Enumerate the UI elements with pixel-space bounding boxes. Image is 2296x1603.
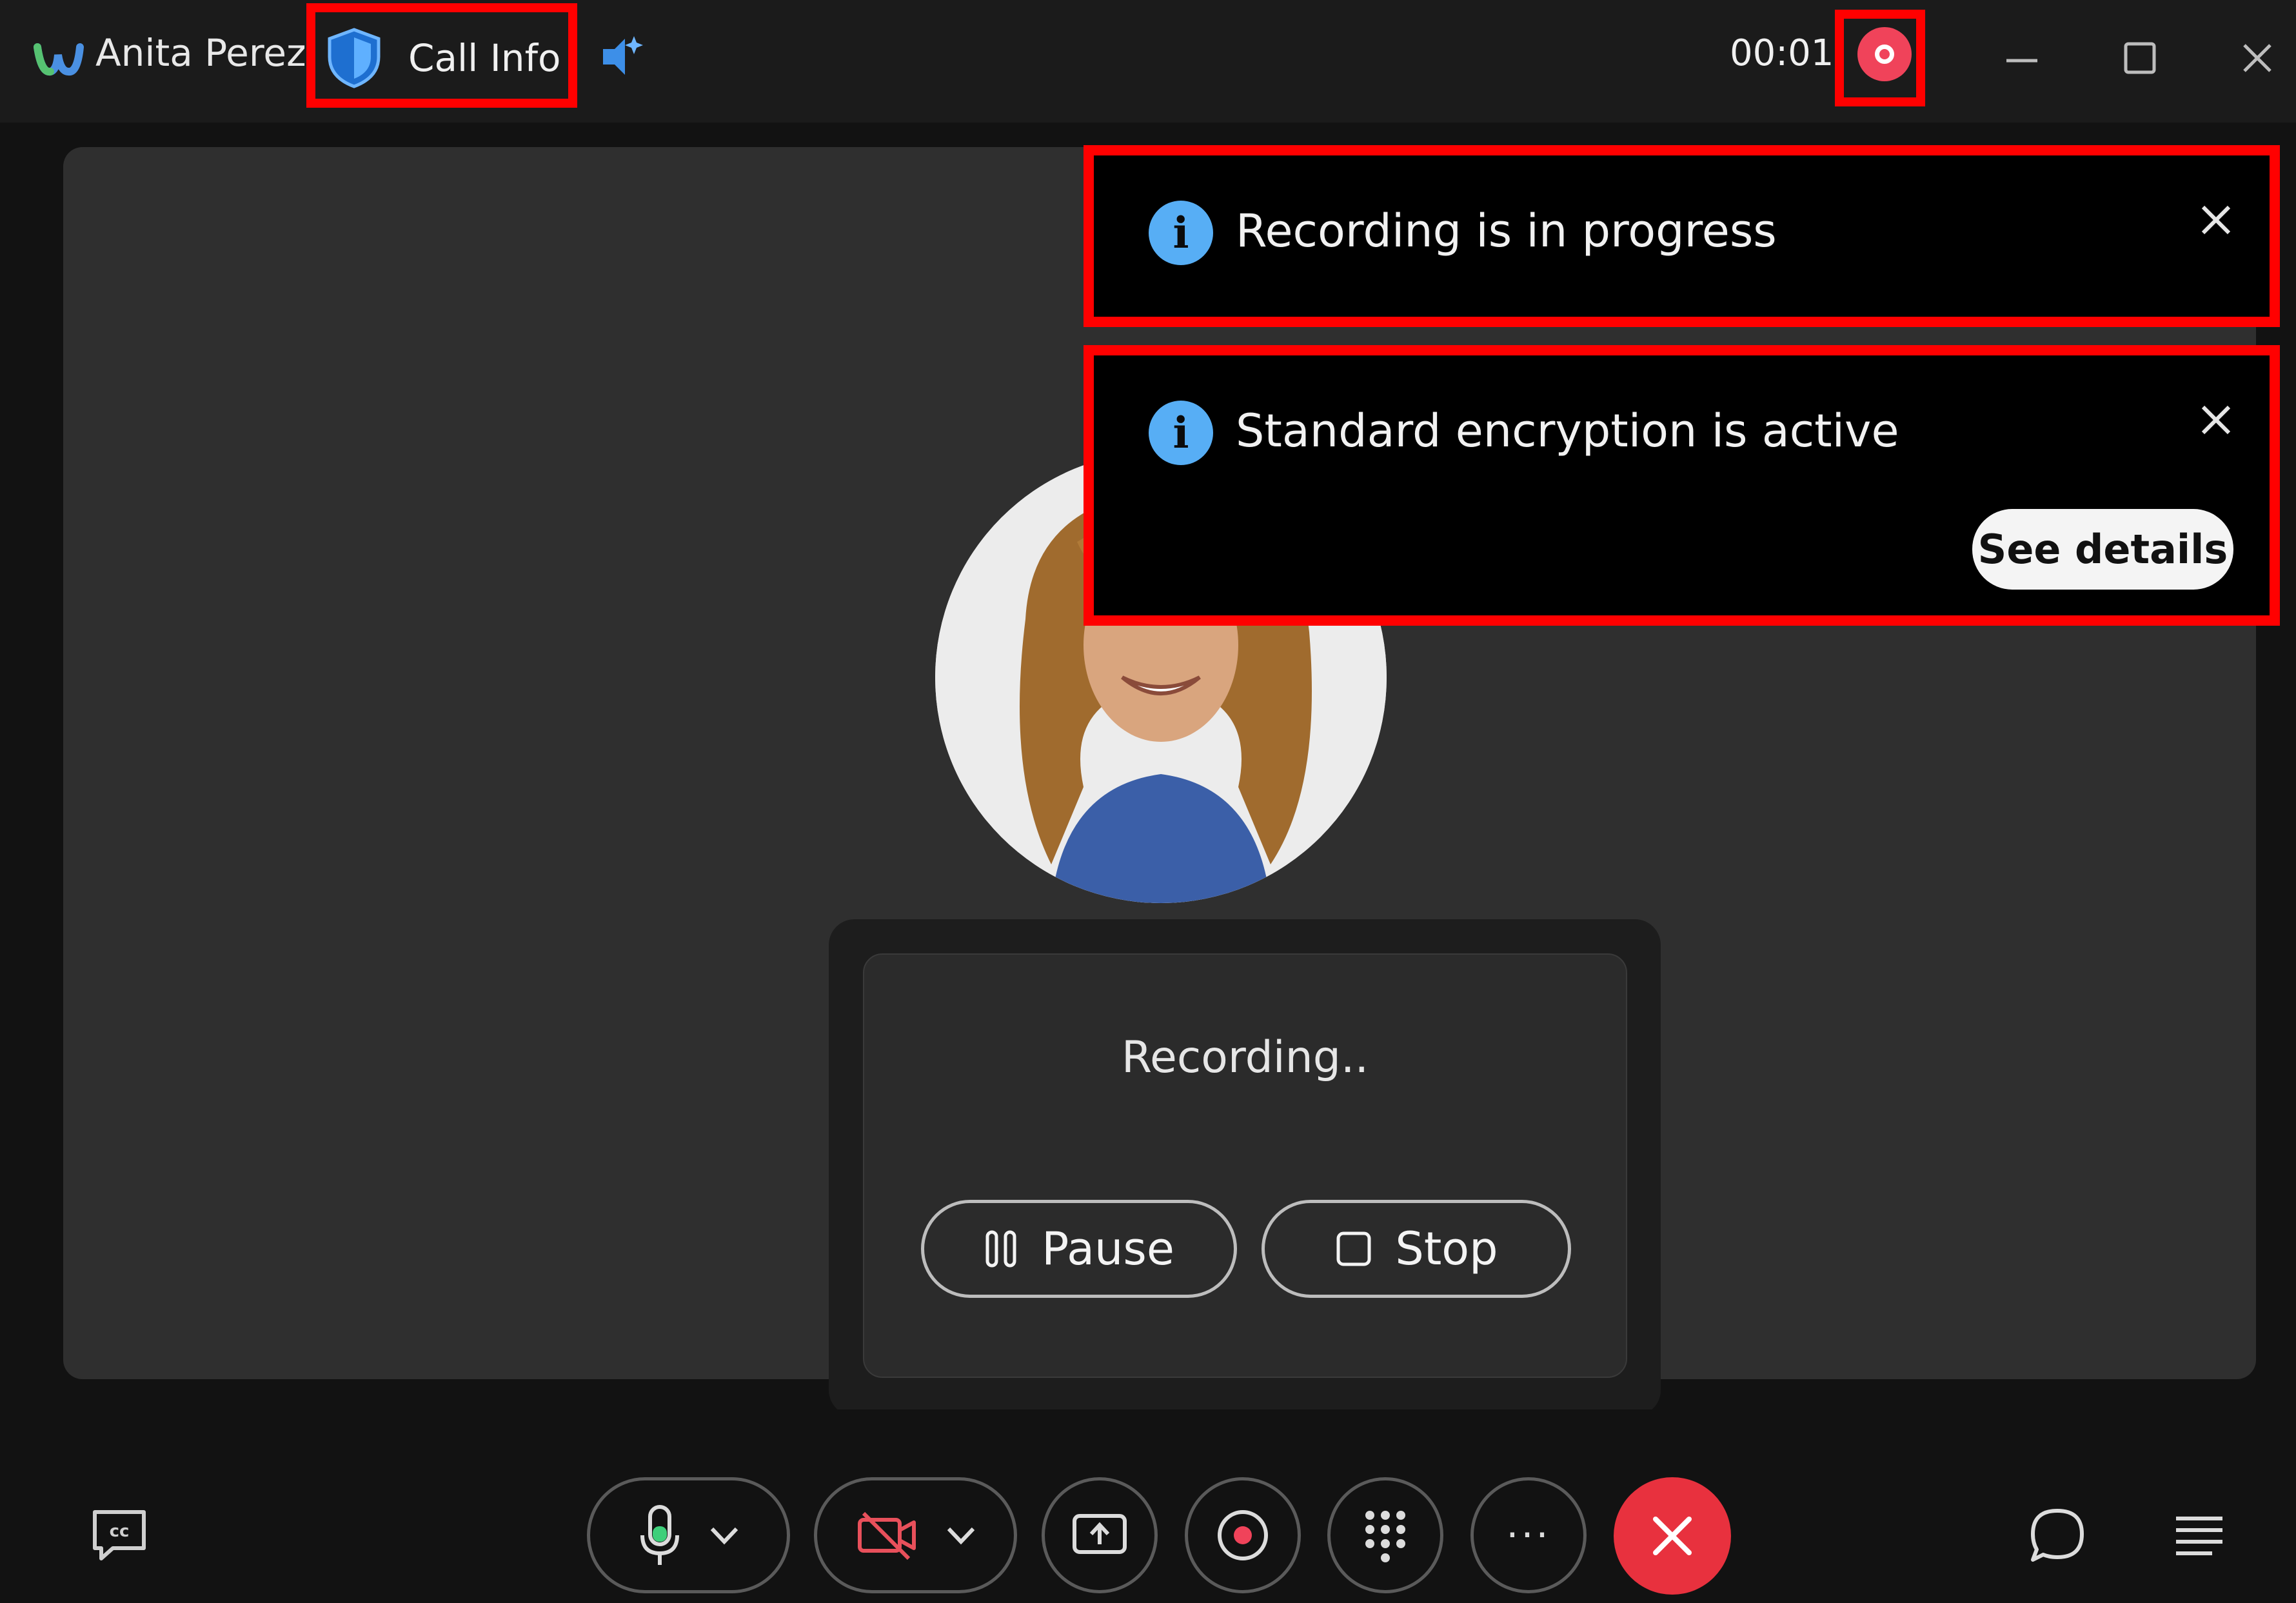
maximize-button[interactable] xyxy=(2101,19,2179,97)
keypad-icon xyxy=(1365,1511,1405,1562)
close-icon xyxy=(2201,405,2231,435)
chat-icon xyxy=(2031,1509,2084,1562)
close-icon xyxy=(2243,44,2271,72)
recording-popover-panel xyxy=(863,953,1627,1378)
encryption-toast: i Standard encryption is active See deta… xyxy=(1084,345,2280,626)
stop-recording-button[interactable]: Stop xyxy=(1262,1200,1571,1298)
microphone-icon xyxy=(640,1505,679,1565)
camera-control[interactable] xyxy=(814,1477,1017,1593)
keypad-button[interactable] xyxy=(1327,1477,1443,1593)
close-icon xyxy=(2201,205,2231,235)
record-button[interactable] xyxy=(1185,1477,1301,1593)
recording-indicator-highlight xyxy=(1835,10,1925,106)
menu-icon xyxy=(2176,1517,2222,1555)
maximize-icon xyxy=(2124,42,2156,74)
minimize-icon xyxy=(2006,59,2037,63)
end-call-button[interactable] xyxy=(1614,1477,1731,1595)
more-options-button[interactable]: ··· xyxy=(1470,1477,1587,1593)
call-timer: 00:01 xyxy=(1730,32,1834,74)
chevron-down-icon[interactable] xyxy=(945,1522,977,1548)
recording-toast-text: Recording is in progress xyxy=(1236,204,1777,257)
call-info-highlight xyxy=(306,3,577,108)
encryption-toast-text: Standard encryption is active xyxy=(1236,404,1899,457)
share-screen-button[interactable] xyxy=(1042,1477,1158,1593)
participants-panel-button[interactable] xyxy=(2167,1503,2232,1568)
minimize-button[interactable] xyxy=(1983,19,2061,97)
record-icon xyxy=(1218,1510,1268,1560)
webex-logo-icon xyxy=(34,43,84,75)
pause-recording-button[interactable]: Pause xyxy=(921,1200,1237,1298)
pause-icon xyxy=(985,1230,1016,1268)
recording-toast: i Recording is in progress xyxy=(1084,145,2280,327)
share-screen-icon xyxy=(1073,1514,1127,1554)
stop-icon xyxy=(1336,1231,1371,1266)
info-icon: i xyxy=(1149,201,1213,265)
close-icon xyxy=(1653,1517,1692,1555)
chat-button[interactable] xyxy=(2025,1503,2090,1568)
svg-text:cc: cc xyxy=(110,1522,130,1541)
camera-off-icon xyxy=(857,1511,916,1560)
see-details-button[interactable]: See details xyxy=(1972,509,2233,590)
close-window-button[interactable] xyxy=(2219,19,2296,97)
chevron-down-icon[interactable] xyxy=(708,1522,740,1548)
microphone-control[interactable] xyxy=(587,1477,790,1593)
recording-status: Recording.. xyxy=(1121,1032,1369,1083)
stop-label: Stop xyxy=(1395,1222,1498,1275)
caller-name: Anita Perez xyxy=(95,31,306,75)
more-options-icon: ··· xyxy=(1506,1513,1551,1558)
closed-captions-button[interactable]: cc xyxy=(87,1503,152,1568)
recording-toast-close-button[interactable] xyxy=(2190,194,2242,246)
ai-assistant-sparkle-icon[interactable] xyxy=(597,31,648,83)
info-icon: i xyxy=(1149,401,1213,465)
closed-captions-icon: cc xyxy=(93,1510,146,1560)
encryption-toast-close-button[interactable] xyxy=(2190,394,2242,446)
pause-label: Pause xyxy=(1042,1222,1174,1275)
